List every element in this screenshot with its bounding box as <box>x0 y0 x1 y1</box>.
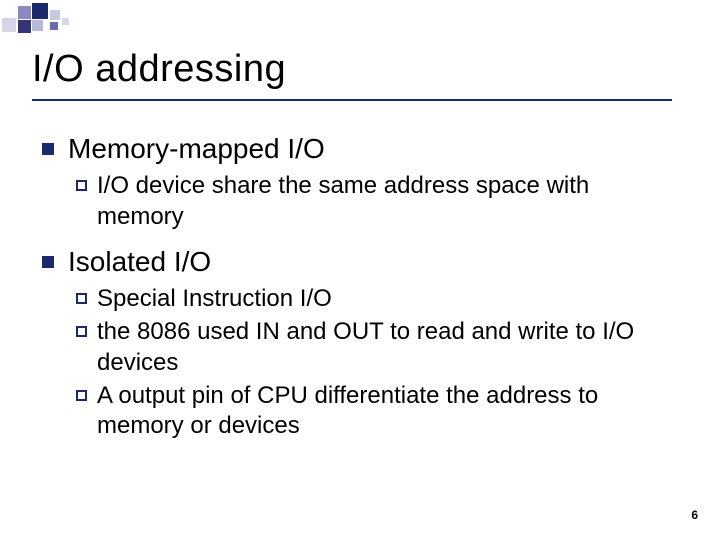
bullet-level2: the 8086 used IN and OUT to read and wri… <box>76 317 688 378</box>
section-heading: Memory-mapped I/O <box>68 133 325 165</box>
slide-content: Memory-mapped I/O I/O device share the s… <box>32 133 688 442</box>
square-bullet-icon <box>42 143 54 155</box>
slide-decoration <box>0 0 720 40</box>
section-heading: Isolated I/O <box>68 246 211 278</box>
bullet-level2: Special Instruction I/O <box>76 284 688 315</box>
title-underline <box>32 99 672 101</box>
slide-title: I/O addressing <box>32 48 688 91</box>
page-number: 6 <box>691 508 698 522</box>
bullet-text: Special Instruction I/O <box>97 284 332 315</box>
hollow-square-bullet-icon <box>76 326 87 337</box>
bullet-level2: A output pin of CPU differentiate the ad… <box>76 381 688 442</box>
slide-body: I/O addressing Memory-mapped I/O I/O dev… <box>0 0 720 442</box>
bullet-level1: Memory-mapped I/O <box>42 133 688 165</box>
hollow-square-bullet-icon <box>76 293 87 304</box>
bullet-level2: I/O device share the same address space … <box>76 171 688 232</box>
hollow-square-bullet-icon <box>76 390 87 401</box>
bullet-level1: Isolated I/O <box>42 246 688 278</box>
bullet-text: A output pin of CPU differentiate the ad… <box>97 381 677 442</box>
hollow-square-bullet-icon <box>76 180 87 191</box>
bullet-text: the 8086 used IN and OUT to read and wri… <box>97 317 677 378</box>
bullet-text: I/O device share the same address space … <box>97 171 677 232</box>
square-bullet-icon <box>42 256 54 268</box>
